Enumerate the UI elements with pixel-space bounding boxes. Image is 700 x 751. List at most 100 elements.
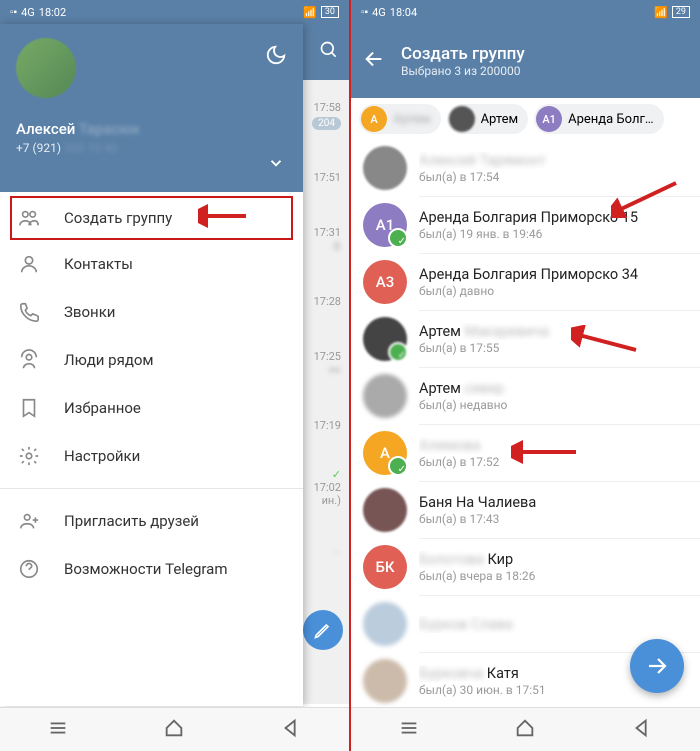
chip-label: Артем (481, 112, 519, 127)
contact-avatar (363, 659, 407, 703)
contact-avatar (363, 374, 407, 418)
contact-row[interactable]: Баня На Чалиевабыл(а) в 17:43 (351, 482, 700, 538)
user-name-blur: Тарасюк (79, 120, 140, 138)
contact-name: Баня На Чалиева (419, 494, 688, 511)
right-phone: ▫▪ 4G 18:04 📶 29 Создать группу Выбрано … (351, 0, 700, 751)
chat-list-peek: 17:58204 17:51 17:31ф 17:28 17:25ик 17:1… (303, 24, 349, 704)
net-label: 4G (21, 6, 35, 19)
drawer-help[interactable]: Возможности Telegram (0, 545, 303, 593)
chip[interactable]: А1 Аренда Болг… (534, 104, 664, 134)
android-nav-bar (351, 707, 700, 751)
contact-row[interactable]: БК Болотова Кирбыл(а) вчера в 18:26 (351, 539, 700, 595)
divider (0, 488, 303, 489)
header-title: Создать группу (401, 44, 525, 64)
contact-name: Аренда Болгария Приморско 34 (419, 266, 688, 283)
annotation-arrow (611, 178, 681, 218)
chip-avatar: А (361, 106, 387, 132)
contact-avatar (363, 146, 407, 190)
contact-list[interactable]: Алексей Тарямонтбыл(а) в 17:54 А1 Аренда… (351, 140, 700, 709)
drawer-label: Создать группу (64, 209, 172, 227)
contact-avatar (363, 488, 407, 532)
contact-name: Бурков Слава (419, 616, 513, 633)
chip-avatar (449, 106, 475, 132)
android-nav-bar (0, 707, 349, 751)
chip[interactable]: Артем (447, 104, 529, 134)
menu-nav-icon[interactable] (398, 717, 420, 743)
back-icon[interactable] (363, 48, 385, 75)
left-phone: ▫▪ 4G 18:02 📶 30 17:58204 17:51 17:31ф 1… (0, 0, 349, 751)
chip-label: Артем (393, 112, 431, 127)
compose-fab[interactable] (303, 610, 343, 650)
drawer-create-group[interactable]: Создать группу (10, 196, 293, 240)
selected-chips: А Артем Артем А1 Аренда Болг… (351, 98, 700, 140)
peek-time: 17:19 (314, 419, 341, 432)
drawer-label: Люди рядом (64, 351, 154, 369)
drawer-header: Алексей Тарасюк +7 (921) 305 10 40 (0, 24, 303, 192)
peek-time: 17:51 (314, 171, 341, 184)
back-nav-icon[interactable] (631, 717, 653, 743)
wifi-icon: 📶 (654, 6, 668, 19)
night-mode-icon[interactable] (265, 44, 287, 71)
contact-name: Алимова (419, 437, 481, 454)
contact-row[interactable]: Артем севербыл(а) недавно (351, 368, 700, 424)
contact-avatar: А1 (363, 203, 407, 247)
user-phone: +7 (921) (16, 141, 61, 155)
status-bar: ▫▪ 4G 18:02 📶 30 (0, 0, 349, 24)
contact-name: Артем (419, 323, 461, 340)
drawer-contacts[interactable]: Контакты (0, 240, 303, 288)
search-icon[interactable] (319, 40, 339, 65)
peek-extra: ин.) (322, 494, 341, 507)
signal-icon: ▫▪ (361, 7, 368, 18)
header-subtitle: Выбрано 3 из 200000 (401, 64, 525, 78)
bookmark-icon (18, 397, 40, 419)
drawer-label: Контакты (64, 255, 133, 273)
drawer-saved[interactable]: Избранное (0, 384, 303, 432)
user-name: Алексей (16, 120, 75, 138)
next-fab[interactable] (630, 639, 684, 693)
back-nav-icon[interactable] (280, 717, 302, 743)
contact-icon (18, 253, 40, 275)
battery-icon: 29 (672, 6, 690, 18)
drawer-label: Пригласить друзей (64, 512, 199, 530)
battery-icon: 30 (321, 6, 339, 18)
contact-status: был(а) в 17:55 (419, 341, 688, 355)
chip[interactable]: А Артем (359, 104, 441, 134)
contact-avatar (363, 317, 407, 361)
time-label: 18:02 (39, 6, 66, 19)
peek-time: 17:25 (314, 350, 341, 363)
peek-time: 17:31 (314, 226, 341, 239)
contact-status: был(а) давно (419, 284, 688, 298)
contact-status: был(а) в 17:43 (419, 512, 688, 526)
create-group-header: Создать группу Выбрано 3 из 200000 (351, 24, 700, 98)
peek-time: 17:28 (314, 295, 341, 308)
contact-status: был(а) вчера в 18:26 (419, 569, 688, 583)
expand-accounts-icon[interactable] (267, 154, 285, 176)
peek-time: 17:02 (314, 481, 341, 494)
menu-nav-icon[interactable] (47, 717, 69, 743)
contact-row[interactable]: А3 Аренда Болгария Приморско 34был(а) да… (351, 254, 700, 310)
user-avatar[interactable] (16, 38, 76, 98)
group-icon (18, 207, 40, 229)
time-label: 18:04 (390, 6, 417, 19)
drawer-label: Звонки (64, 303, 115, 321)
signal-icon: ▫▪ (10, 7, 17, 18)
navigation-drawer: Алексей Тарасюк +7 (921) 305 10 40 Созда… (0, 24, 303, 706)
nearby-icon (18, 349, 40, 371)
call-icon (18, 301, 40, 323)
drawer-label: Избранное (64, 399, 141, 417)
drawer-label: Настройки (64, 447, 140, 465)
drawer-calls[interactable]: Звонки (0, 288, 303, 336)
contact-avatar: А (363, 431, 407, 475)
user-phone-blur: 305 10 40 (64, 141, 117, 155)
drawer-invite[interactable]: Пригласить друзей (0, 497, 303, 545)
contact-row[interactable]: Артем Макаревичабыл(а) в 17:55 (351, 311, 700, 367)
drawer-label: Возможности Telegram (64, 560, 228, 578)
home-nav-icon[interactable] (514, 717, 536, 743)
home-nav-icon[interactable] (163, 717, 185, 743)
contact-name: Кир (488, 551, 514, 568)
status-bar: ▫▪ 4G 18:04 📶 29 (351, 0, 700, 24)
invite-icon (18, 510, 40, 532)
drawer-nearby[interactable]: Люди рядом (0, 336, 303, 384)
contact-status: был(а) 19 янв. в 19:46 (419, 227, 688, 241)
drawer-settings[interactable]: Настройки (0, 432, 303, 480)
